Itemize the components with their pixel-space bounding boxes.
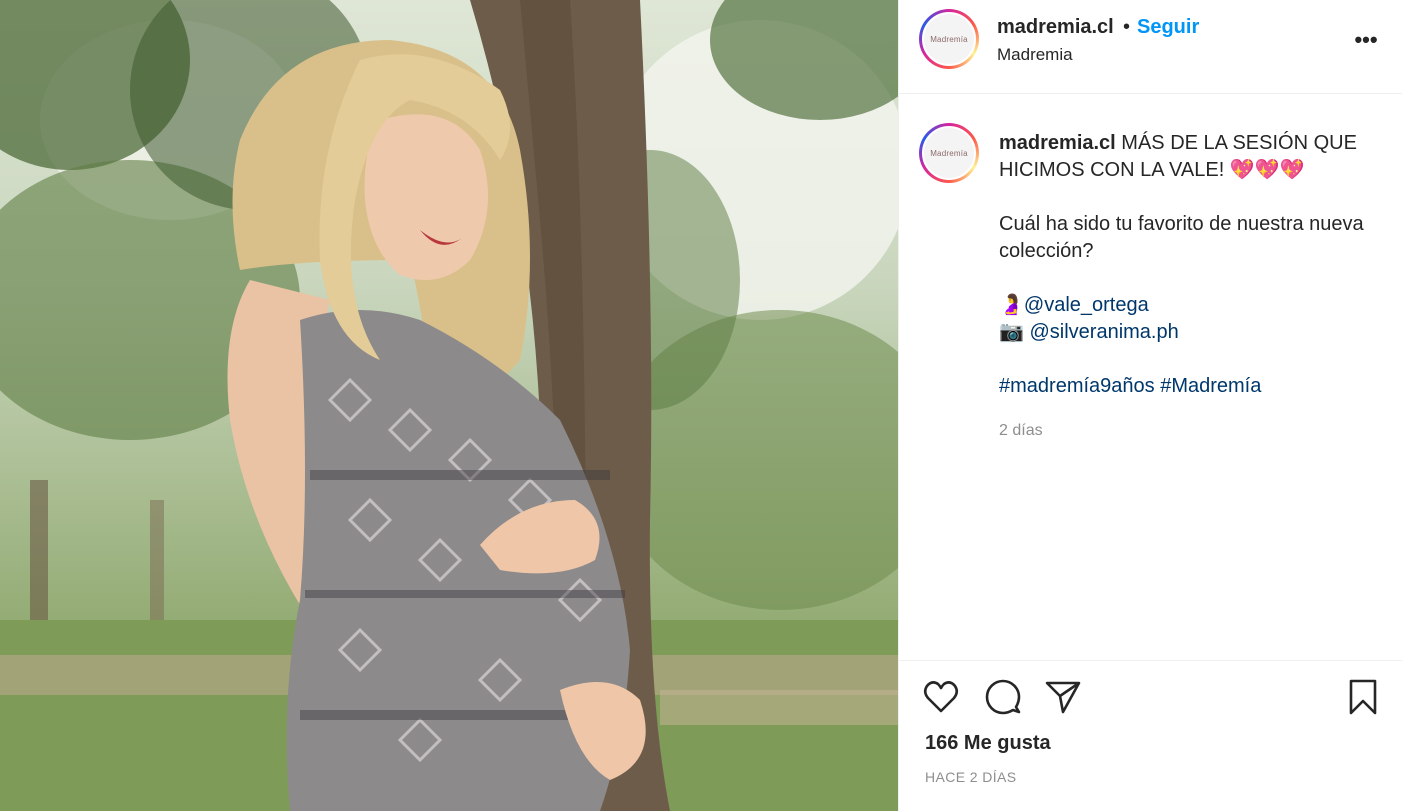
comment-icon[interactable] xyxy=(983,677,1023,717)
post-image xyxy=(0,0,898,811)
mention-link-model[interactable]: @vale_ortega xyxy=(1024,294,1149,316)
caption-username-link[interactable]: madremia.cl xyxy=(999,132,1116,154)
avatar-logo: Madremía xyxy=(924,14,974,64)
caption-timestamp[interactable]: 2 días xyxy=(999,417,1369,444)
avatar-logo: Madremía xyxy=(924,128,974,178)
send-icon[interactable] xyxy=(1043,677,1083,717)
caption-avatar[interactable]: Madremía xyxy=(919,123,979,183)
more-options-icon[interactable]: ••• xyxy=(1351,26,1381,54)
location-link[interactable]: Madremia xyxy=(997,45,1073,65)
separator-dot: • xyxy=(1123,16,1131,38)
follow-button[interactable]: Seguir xyxy=(1137,16,1199,39)
heart-emoji: 💖💖💖 xyxy=(1229,159,1305,181)
caption-question: Cuál ha sido tu favorito de nuestra nuev… xyxy=(999,213,1364,262)
heart-icon[interactable] xyxy=(921,677,961,717)
hashtags[interactable]: #madremía9años #Madremía xyxy=(999,373,1369,400)
likes-count[interactable]: 166 Me gusta xyxy=(925,732,1051,755)
caption-area: Madremía madremia.cl MÁS DE LA SESIÓN QU… xyxy=(899,95,1402,660)
post-side-panel: Madremía madremia.cl • Seguir Madremia •… xyxy=(898,0,1402,811)
pregnant-emoji: 🤰 xyxy=(999,294,1024,316)
post-photo[interactable] xyxy=(0,0,898,811)
post-date[interactable]: HACE 2 DÍAS xyxy=(925,769,1017,785)
profile-avatar[interactable]: Madremía xyxy=(919,9,979,69)
caption-text: madremia.cl MÁS DE LA SESIÓN QUE HICIMOS… xyxy=(999,130,1369,444)
bookmark-icon[interactable] xyxy=(1343,677,1383,717)
actions-bar: 166 Me gusta HACE 2 DÍAS xyxy=(899,660,1402,811)
username-link[interactable]: madremia.cl xyxy=(997,16,1114,39)
mention-link-photographer[interactable]: @silveranima.ph xyxy=(1029,321,1178,343)
post-header: Madremía madremia.cl • Seguir Madremia •… xyxy=(899,0,1402,94)
camera-emoji: 📷 xyxy=(999,321,1024,343)
